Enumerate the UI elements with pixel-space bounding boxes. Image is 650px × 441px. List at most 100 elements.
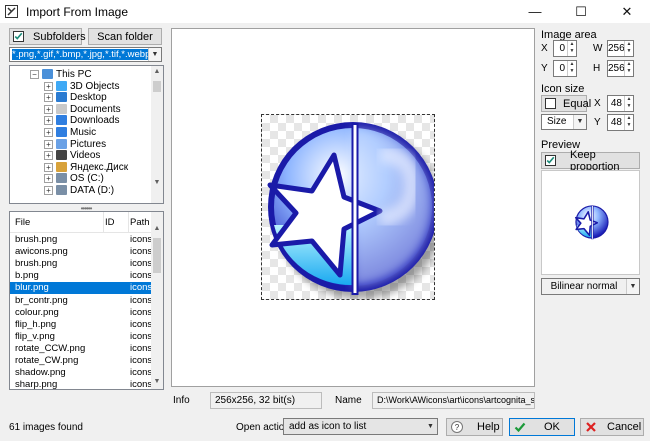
scroll-down-icon[interactable]: ▼ xyxy=(152,178,162,188)
file-path: icons\ xyxy=(130,355,151,366)
expand-icon[interactable]: + xyxy=(44,104,53,114)
drive-c-icon xyxy=(56,173,67,184)
expand-icon[interactable]: + xyxy=(44,116,53,126)
folder-tree[interactable]: − This PC +3D Objects + Desktop + Documents + Do… xyxy=(9,65,164,204)
file-row[interactable]: blur.png icons\ xyxy=(10,282,151,295)
tree-item[interactable]: + Videos xyxy=(10,150,151,161)
tree-item[interactable]: + Яндекс.Диск xyxy=(10,161,151,173)
equal-toggle[interactable]: Equal xyxy=(541,95,591,112)
tree-scrollbar[interactable]: ▲ ▼ xyxy=(151,66,163,203)
spinner-arrows-icon[interactable]: ▲ ▼ xyxy=(624,96,633,111)
file-name: awicons.png xyxy=(15,246,68,258)
column-path[interactable]: Path xyxy=(130,217,150,228)
expand-icon[interactable]: + xyxy=(44,128,53,137)
spinner-arrows-icon[interactable]: ▲ ▼ xyxy=(624,115,633,130)
column-divider[interactable] xyxy=(128,212,129,232)
maximize-button[interactable]: ☐ xyxy=(558,0,604,23)
tree-item[interactable]: + Music xyxy=(10,127,151,138)
tree-item[interactable]: +3D Objects xyxy=(10,80,151,92)
filter-value: *.png,*.gif,*.bmp,*.jpg,*.tif,*.webp,* xyxy=(12,49,157,60)
list-scrollbar[interactable]: ▲ ▼ xyxy=(151,212,163,389)
help-button[interactable]: ? Help xyxy=(446,418,503,436)
scroll-down-icon[interactable]: ▼ xyxy=(152,377,162,387)
tree-item[interactable]: + Downloads xyxy=(10,115,151,126)
file-name: flip_h.png xyxy=(15,318,57,330)
tree-item[interactable]: + Documents xyxy=(10,103,151,115)
icon-y-spinbox[interactable]: 48 ▲ ▼ xyxy=(607,114,634,131)
subfolders-toggle[interactable]: Subfolders xyxy=(9,28,86,45)
subfolders-checkbox xyxy=(13,31,24,42)
file-row[interactable]: brush.png icons\ xyxy=(10,258,151,270)
tree-scroll-thumb[interactable] xyxy=(153,81,161,92)
ok-button[interactable]: OK xyxy=(509,418,575,436)
list-scroll-thumb[interactable] xyxy=(153,238,161,273)
chevron-down-icon: ▼ xyxy=(573,115,586,129)
file-row[interactable]: sharp.png icons\ xyxy=(10,379,151,389)
minimize-button[interactable]: — xyxy=(512,0,558,23)
file-row[interactable]: rotate_CW.png icons\ xyxy=(10,355,151,367)
w-spinbox[interactable]: 256 ▲ ▼ xyxy=(607,40,634,57)
file-row[interactable]: brush.png icons\ xyxy=(10,234,151,246)
open-action-value: add as icon to list xyxy=(289,421,367,432)
image-viewer[interactable] xyxy=(171,28,535,387)
documents-icon xyxy=(56,103,67,114)
expand-icon[interactable]: + xyxy=(44,174,53,184)
file-list[interactable]: File ID Path brush.png icons\ awicons.png i… xyxy=(9,211,164,390)
tree-item[interactable]: + Desktop xyxy=(10,92,151,103)
scroll-up-icon[interactable]: ▲ xyxy=(152,67,162,77)
cancel-label: Cancel xyxy=(607,421,642,433)
expand-icon[interactable]: + xyxy=(44,151,53,161)
file-row[interactable]: flip_h.png icons\ xyxy=(10,319,151,331)
icon-size-label: Icon size xyxy=(541,83,585,95)
spinner-arrows-icon[interactable]: ▲ ▼ xyxy=(567,61,576,76)
file-row[interactable]: br_contr.png icons\ xyxy=(10,295,151,307)
file-row[interactable]: colour.png icons\ xyxy=(10,307,151,319)
selection-frame[interactable] xyxy=(261,114,435,300)
collapse-icon[interactable]: − xyxy=(30,70,39,79)
filter-combobox[interactable]: *.png,*.gif,*.bmp,*.jpg,*.tif,*.webp,* ▼ xyxy=(9,47,162,62)
y-value: 0 xyxy=(559,63,565,74)
x-spinbox[interactable]: 0 ▲ ▼ xyxy=(553,40,577,57)
y-spinbox[interactable]: 0 ▲ ▼ xyxy=(553,60,577,77)
spinner-arrows-icon[interactable]: ▲ ▼ xyxy=(624,61,633,76)
spinner-arrows-icon[interactable]: ▲ ▼ xyxy=(567,41,576,56)
icon-x-spinbox[interactable]: 48 ▲ ▼ xyxy=(607,95,634,112)
file-row[interactable]: b.png icons\ xyxy=(10,270,151,282)
tree-item[interactable]: + Pictures xyxy=(10,138,151,150)
expand-icon[interactable]: + xyxy=(44,81,53,91)
expand-icon[interactable]: + xyxy=(44,139,53,149)
column-divider[interactable] xyxy=(103,212,104,232)
file-row[interactable]: awicons.png icons\ xyxy=(10,246,151,258)
file-name: flip_v.png xyxy=(15,330,55,342)
import-from-image-dialog: Import From Image — ☐ ✕ Subfolders Scan … xyxy=(0,0,650,441)
equal-label: Equal xyxy=(563,97,592,110)
column-file[interactable]: File xyxy=(15,217,30,228)
preview-box xyxy=(541,170,640,275)
expand-icon[interactable]: + xyxy=(44,186,53,195)
preview-icon xyxy=(574,205,609,240)
file-row[interactable]: shadow.png icons\ xyxy=(10,367,151,379)
h-spinbox[interactable]: 256 ▲ ▼ xyxy=(607,60,634,77)
scroll-up-icon[interactable]: ▲ xyxy=(152,224,162,234)
keep-proportion-label: Keep proportion xyxy=(570,148,620,173)
keep-proportion-toggle[interactable]: Keep proportion xyxy=(541,149,640,173)
cancel-button[interactable]: Cancel xyxy=(580,418,644,436)
tree-item[interactable]: + DATA (D:) xyxy=(10,185,151,196)
open-action-combobox[interactable]: add as icon to list ▼ xyxy=(283,418,438,435)
file-row[interactable]: rotate_CCW.png icons\ xyxy=(10,343,151,355)
resample-combobox[interactable]: Bilinear normal ▼ xyxy=(541,278,640,295)
w-label: W xyxy=(593,43,603,54)
splitter-grip[interactable]: •••••• xyxy=(75,205,97,213)
size-combobox[interactable]: Size ▼ xyxy=(541,114,587,130)
tree-item-label: 3D Objects xyxy=(70,80,120,92)
spinner-arrows-icon[interactable]: ▲ ▼ xyxy=(624,41,633,56)
expand-icon[interactable]: + xyxy=(44,162,53,172)
tree-item[interactable]: + OS (C:) xyxy=(10,173,151,184)
maximize-icon: ☐ xyxy=(575,3,587,19)
column-id[interactable]: ID xyxy=(105,217,115,228)
close-button[interactable]: ✕ xyxy=(604,0,650,23)
expand-icon[interactable]: + xyxy=(44,93,53,103)
file-row[interactable]: flip_v.png icons\ xyxy=(10,331,151,343)
tree-item[interactable]: − This PC xyxy=(10,69,151,80)
scan-folder-button[interactable]: Scan folder xyxy=(88,28,162,45)
